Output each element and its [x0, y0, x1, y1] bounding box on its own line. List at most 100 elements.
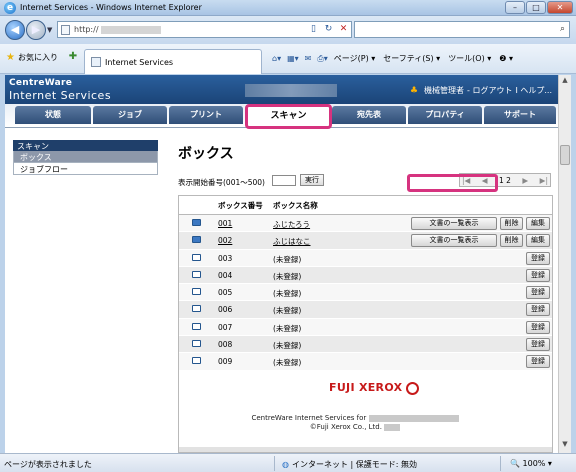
zone-label: インターネット | 保護モード: 無効 — [291, 460, 418, 469]
help-link[interactable]: I ヘルプ... — [515, 85, 552, 96]
star-icon: ★ — [6, 52, 15, 63]
box-number[interactable]: 002 — [218, 236, 232, 245]
page-scrollbar[interactable]: ▲ ▼ — [558, 75, 571, 453]
security-zone[interactable]: ◍ インターネット | 保護モード: 無効 — [282, 459, 417, 470]
feeds-icon[interactable]: ▦▾ — [287, 54, 299, 63]
address-field[interactable]: http:// ▯ ↻ ✕ — [57, 21, 352, 38]
history-dropdown-icon[interactable]: ▼ — [47, 26, 52, 34]
box-number: 006 — [218, 305, 233, 315]
execute-button[interactable]: 実行 — [300, 174, 324, 186]
footer-line1: CentreWare Internet Services for — [251, 414, 367, 422]
tab-print[interactable]: プリント — [169, 106, 243, 124]
table-row: 006 (未登録) 登録 — [179, 301, 552, 319]
scroll-thumb[interactable] — [560, 145, 570, 165]
box-name[interactable]: ふじはなこ — [273, 236, 311, 247]
safety-menu[interactable]: セーフティ(S) ▾ — [383, 53, 440, 64]
page-menu[interactable]: ページ(P) ▾ — [334, 53, 375, 64]
box-name[interactable]: ふじたろう — [273, 219, 310, 230]
browser-tab[interactable]: Internet Services — [84, 49, 262, 74]
command-items: ⌂▾ ▦▾ ✉ ⎙▾ ページ(P) ▾ セーフティ(S) ▾ ツール(O) ▾ … — [272, 53, 521, 64]
box-number[interactable]: 001 — [218, 219, 232, 228]
box-name: (未登録) — [273, 289, 302, 299]
box-number: 009 — [218, 357, 233, 367]
scroll-down-icon[interactable]: ▼ — [559, 440, 571, 452]
list-scrollbar[interactable] — [179, 447, 552, 452]
status-message: ページが表示されました — [4, 460, 92, 469]
device-model-redacted — [368, 414, 459, 422]
page-title: ボックス — [178, 146, 234, 162]
tab-status[interactable]: 状態 — [15, 106, 91, 124]
folder-icon — [192, 288, 201, 296]
window-controls: – □ ✕ — [504, 1, 573, 14]
tab-properties[interactable]: プロパティ — [408, 106, 482, 124]
delete-button[interactable]: 削除 — [500, 217, 523, 230]
footer-text: CentreWare Internet Services for ©Fuji X… — [205, 414, 505, 432]
admin-icon: ♣ — [409, 85, 419, 96]
register-button[interactable]: 登録 — [526, 320, 550, 334]
tools-menu[interactable]: ツール(O) ▾ — [448, 53, 491, 64]
box-number: 007 — [218, 322, 233, 332]
register-button[interactable]: 登録 — [526, 338, 550, 352]
brand-line2: Internet Services — [9, 89, 112, 102]
box-number: 003 — [218, 253, 233, 263]
favorites-button[interactable]: ★ お気に入り — [6, 52, 58, 63]
register-button[interactable]: 登録 — [526, 355, 550, 369]
sidebar-section-title: スキャン — [13, 140, 158, 151]
register-button[interactable]: 登録 — [526, 303, 550, 317]
table-row: 009 (未登録) 登録 — [179, 353, 552, 371]
sidebar-item-box[interactable]: ボックス — [13, 151, 158, 163]
register-button[interactable]: 登録 — [526, 251, 550, 265]
search-input[interactable]: ⌕ — [354, 21, 570, 38]
edit-button[interactable]: 編集 — [526, 234, 550, 248]
admin-label: 機械管理者 — [424, 86, 465, 95]
search-icon[interactable]: ⌕ — [560, 24, 565, 34]
minimize-button[interactable]: – — [505, 1, 525, 14]
refresh-icon[interactable]: ↻ — [322, 23, 335, 36]
print-icon[interactable]: ⎙▾ — [317, 54, 327, 64]
box-number: 008 — [218, 340, 233, 350]
register-button[interactable]: 登録 — [526, 286, 550, 300]
status-divider — [274, 456, 275, 471]
folder-icon — [192, 305, 201, 313]
doc-list-button-highlight — [407, 174, 498, 192]
box-name: (未登録) — [273, 341, 302, 351]
add-favorite-icon[interactable]: ✚ — [66, 51, 80, 65]
url-text[interactable]: http:// — [74, 25, 161, 34]
table-row: 001 ふじたろう 文書の一覧表示 削除 編集 — [179, 215, 552, 233]
maximize-button[interactable]: □ — [526, 1, 546, 14]
next-page-button[interactable]: ▶ — [522, 176, 528, 185]
help-menu[interactable]: ❷ ▾ — [499, 54, 513, 63]
status-bar: ページが表示されました ◍ インターネット | 保護モード: 無効 🔍 100%… — [0, 453, 576, 472]
browser-tab-title: Internet Services — [105, 58, 174, 67]
tab-address-book[interactable]: 宛先表 — [332, 106, 406, 124]
mail-icon[interactable]: ✉ — [305, 54, 312, 63]
register-button[interactable]: 登録 — [526, 268, 550, 282]
footer-line2: ©Fuji Xerox Co., Ltd. — [309, 423, 382, 431]
start-number-input[interactable] — [272, 175, 296, 186]
tab-job[interactable]: ジョブ — [93, 106, 167, 124]
edit-button[interactable]: 編集 — [526, 217, 550, 230]
home-icon[interactable]: ⌂▾ — [272, 54, 281, 63]
col-box-number: ボックス番号 — [218, 201, 263, 210]
document-list-button[interactable]: 文書の一覧表示 — [411, 234, 497, 248]
tab-support[interactable]: サポート — [484, 106, 556, 124]
year-redacted — [384, 423, 401, 431]
last-page-button[interactable]: ▶| — [540, 176, 548, 185]
table-row: 003 (未登録) 登録 — [179, 249, 552, 267]
back-button[interactable]: ◀ — [5, 20, 25, 40]
page-numbers[interactable]: 1 2 — [499, 176, 511, 185]
scroll-up-icon[interactable]: ▲ — [559, 76, 571, 88]
url-redacted — [100, 25, 161, 34]
stop-icon[interactable]: ✕ — [337, 23, 350, 36]
box-number: 004 — [218, 270, 233, 280]
document-list-button[interactable]: 文書の一覧表示 — [411, 217, 497, 230]
forward-button[interactable]: ▶ — [26, 20, 46, 40]
box-name: (未登録) — [273, 271, 302, 281]
delete-button[interactable]: 削除 — [500, 234, 523, 248]
sidebar-item-jobflow[interactable]: ジョブフロー — [13, 163, 158, 175]
logout-link[interactable]: - ログアウト — [467, 85, 512, 96]
box-name: (未登録) — [273, 358, 302, 368]
zoom-level[interactable]: 🔍 100% ▾ — [510, 459, 552, 468]
close-button[interactable]: ✕ — [547, 1, 573, 14]
compatibility-icon[interactable]: ▯ — [307, 23, 320, 36]
